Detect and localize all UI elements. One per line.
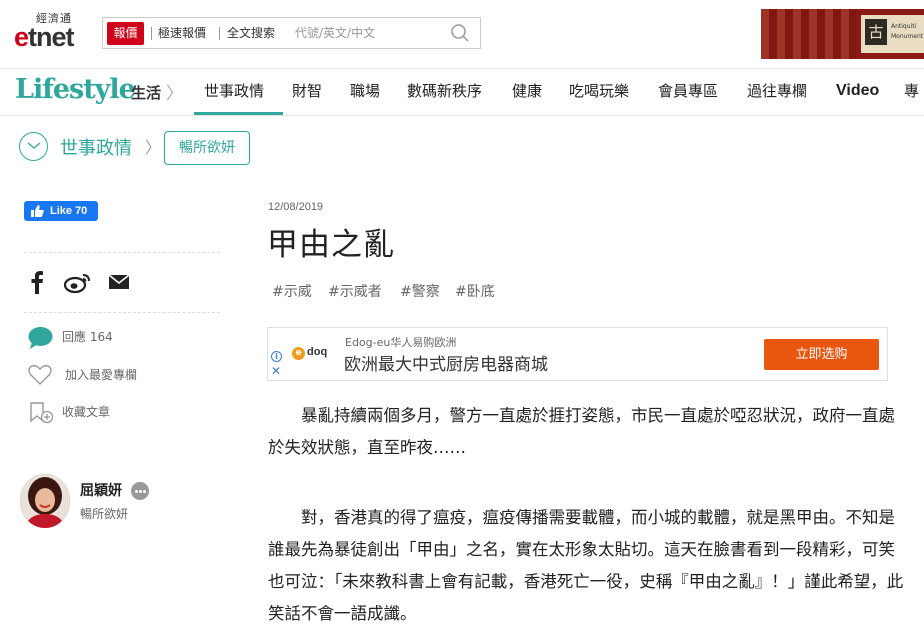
nav-item-members[interactable]: 會員專區 bbox=[658, 69, 718, 115]
ad-cta-button[interactable]: 立即选购 bbox=[764, 339, 879, 370]
nav-item-health[interactable]: 健康 bbox=[512, 69, 542, 115]
lifestyle-logo-sub: 生活 bbox=[131, 84, 162, 102]
nav-active-indicator bbox=[194, 112, 283, 115]
comments-link[interactable]: 回應 164 bbox=[28, 326, 158, 350]
nav-item-finance[interactable]: 財智 bbox=[292, 69, 322, 115]
comment-bubble-icon bbox=[28, 327, 53, 349]
logo-wordmark: etnet bbox=[14, 22, 75, 52]
nav-item-digital[interactable]: 數碼新秩序 bbox=[407, 69, 482, 115]
nav-item-past-columns[interactable]: 過往專欄 bbox=[747, 69, 807, 115]
search-icon[interactable] bbox=[450, 23, 470, 43]
like-count-label: Like 70 bbox=[50, 205, 88, 217]
banner-image bbox=[761, 9, 856, 59]
heart-icon bbox=[28, 364, 52, 385]
weibo-icon[interactable] bbox=[64, 270, 92, 294]
chevron-right-icon: 〉 bbox=[145, 138, 162, 157]
banner-seal: 古 bbox=[865, 19, 887, 45]
nav-item-career[interactable]: 職場 bbox=[350, 69, 380, 115]
bookmark-article-button[interactable]: 收藏文章 bbox=[28, 401, 148, 425]
comments-count: 164 bbox=[89, 330, 113, 344]
facebook-icon[interactable] bbox=[30, 270, 44, 294]
nav-item-food-fun[interactable]: 吃喝玩樂 bbox=[569, 69, 629, 115]
author-column-name[interactable]: 暢所欲妍 bbox=[80, 505, 128, 522]
banner-text: Monument bbox=[891, 33, 924, 40]
nav-item-politics[interactable]: 世事政情 bbox=[204, 69, 264, 115]
search-input[interactable]: 代號/英文/中文 bbox=[295, 18, 375, 48]
thumbs-up-icon bbox=[31, 205, 44, 217]
close-icon[interactable]: ✕ bbox=[271, 365, 281, 377]
section-menu-button[interactable] bbox=[19, 132, 48, 161]
bookmark-label: 收藏文章 bbox=[62, 405, 111, 419]
add-favorite-label: 加入最愛專欄 bbox=[65, 368, 138, 382]
divider bbox=[24, 312, 220, 313]
facebook-like-button[interactable]: Like 70 bbox=[24, 201, 98, 221]
author-name[interactable]: 屈穎妍 bbox=[80, 480, 122, 500]
divider bbox=[151, 27, 152, 40]
comments-label: 回應 164 bbox=[62, 330, 113, 344]
fulltext-search-option[interactable]: 全文搜索 bbox=[227, 18, 275, 48]
divider bbox=[24, 252, 220, 253]
search-bar[interactable]: 報價 極速報價 全文搜索 代號/英文/中文 bbox=[102, 17, 481, 49]
article-date: 12/08/2019 bbox=[268, 201, 324, 213]
ad-logo: e doq bbox=[292, 345, 328, 363]
add-favorite-column-button[interactable]: 加入最愛專欄 bbox=[28, 364, 178, 388]
nav-item-more[interactable]: 專 bbox=[904, 69, 919, 115]
bookmark-add-icon bbox=[30, 402, 54, 424]
chevron-right-icon: 〉 bbox=[166, 84, 183, 104]
more-icon[interactable] bbox=[131, 482, 149, 500]
article-tag[interactable]: #示威者 bbox=[328, 281, 382, 301]
lifestyle-logo[interactable]: Lifestyle bbox=[15, 74, 136, 105]
quote-tag[interactable]: 報價 bbox=[107, 22, 144, 45]
top-bar: 經濟通 etnet 報價 極速報價 全文搜索 代號/英文/中文 古 Antiqu… bbox=[0, 0, 924, 68]
chevron-down-icon bbox=[27, 142, 41, 149]
fast-quote-option[interactable]: 極速報價 bbox=[158, 18, 206, 48]
main-nav: Lifestyle 生活 〉 世事政情 財智 職場 數碼新秩序 健康 吃喝玩樂 … bbox=[0, 68, 924, 116]
inline-ad[interactable]: i ✕ e doq Edog-eu华人易购欧洲 欧洲最大中式厨房电器商城 立即选… bbox=[267, 327, 888, 381]
email-icon[interactable] bbox=[108, 270, 130, 294]
nav-item-video[interactable]: Video bbox=[836, 69, 879, 115]
article-paragraph: 對，香港真的得了瘟疫，瘟疫傳播需要載體，而小城的載體，就是黑甲由。不知是誰最先為… bbox=[268, 508, 904, 623]
divider bbox=[219, 27, 220, 40]
author-avatar[interactable] bbox=[20, 474, 70, 528]
ad-info-icon[interactable]: i bbox=[271, 351, 282, 362]
header-ad-banner[interactable]: 古 Antiquiti Monument bbox=[761, 9, 924, 59]
ad-headline[interactable]: 欧洲最大中式厨房电器商城 bbox=[344, 350, 548, 375]
article-title: 甲由之亂 bbox=[267, 227, 395, 263]
breadcrumb-column-button[interactable]: 暢所欲妍 bbox=[164, 131, 250, 165]
article-tag[interactable]: #警察 bbox=[400, 281, 440, 301]
etnet-logo[interactable]: 經濟通 etnet bbox=[14, 10, 84, 52]
breadcrumb-section[interactable]: 世事政情 bbox=[60, 134, 132, 160]
ad-advertiser: Edog-eu华人易购欧洲 bbox=[345, 336, 457, 349]
banner-text: Antiquiti bbox=[891, 23, 917, 30]
article-paragraph: 暴亂持續兩個多月，警方一直處於捱打姿態，市民一直處於啞忍狀況，政府一直處於失效狀… bbox=[268, 406, 895, 457]
article-tag[interactable]: #示威 bbox=[272, 281, 312, 301]
article-tag[interactable]: #卧底 bbox=[455, 281, 495, 301]
